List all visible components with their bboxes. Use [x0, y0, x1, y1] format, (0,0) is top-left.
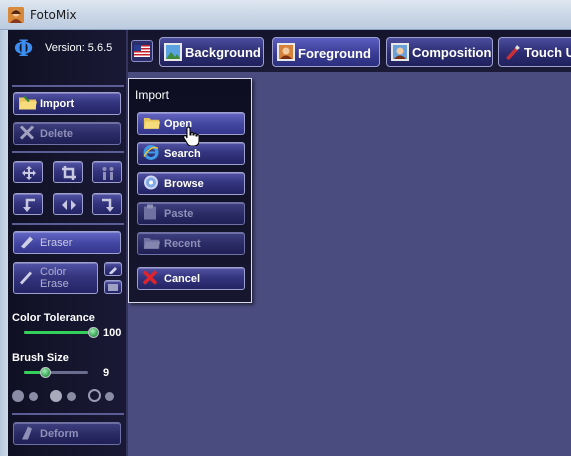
brush-size-label: Brush Size [12, 352, 69, 364]
flip-figures-icon [102, 167, 114, 180]
folder-icon [143, 115, 161, 133]
window-frame [0, 30, 8, 456]
title-bar: FotoMix [0, 0, 571, 30]
brush-size-value: 9 [103, 367, 110, 379]
divider [12, 151, 124, 153]
brush-size-thumb[interactable] [40, 367, 51, 378]
move-arrows-icon [22, 166, 36, 180]
folder-icon [18, 94, 38, 113]
eyedropper-icon [109, 267, 117, 274]
divider [12, 413, 124, 415]
crop-icon [62, 166, 76, 180]
recent-button[interactable]: Recent [137, 232, 245, 255]
brush-preset-ring-large[interactable] [88, 389, 101, 402]
brush-preset-hard-large[interactable] [50, 390, 62, 402]
import-button[interactable]: Import [13, 92, 121, 115]
delete-button[interactable]: Delete [13, 122, 121, 145]
move-tool-button[interactable] [13, 161, 43, 183]
portrait-photo-icon [277, 43, 295, 61]
arrow-down-right-icon [102, 198, 114, 212]
browse-label: Browse [164, 177, 204, 190]
tab-bar: Background Foreground Composition Touch … [128, 30, 571, 72]
eraser-label: Eraser [40, 236, 73, 249]
deform-label: Deform [40, 427, 79, 440]
brush-size-slider[interactable] [24, 367, 88, 378]
cancel-x-icon [142, 269, 158, 287]
divider [12, 223, 124, 225]
window-title: FotoMix [30, 8, 77, 22]
color-eraser-icon [18, 269, 34, 288]
fotomix-logo-icon: Φ [14, 36, 34, 62]
tab-foreground-label: Foreground [298, 46, 371, 61]
recent-label: Recent [164, 237, 201, 250]
cancel-button[interactable]: Cancel [137, 267, 245, 290]
import-label: Import [40, 97, 75, 110]
version-text: Version: 5.6.5 [45, 42, 113, 54]
crop-tool-button[interactable] [53, 161, 83, 183]
disc-icon [143, 174, 159, 193]
color-tolerance-slider[interactable] [24, 327, 99, 338]
app-icon [8, 7, 24, 23]
flip-horizontal-button[interactable] [53, 193, 83, 215]
move-down-right-button[interactable] [92, 193, 122, 215]
deform-icon [20, 424, 34, 443]
brush-preset-soft-large[interactable] [12, 390, 24, 402]
color-swatch-button[interactable] [104, 280, 122, 294]
internet-explorer-icon [143, 144, 159, 163]
color-tolerance-label: Color Tolerance [12, 312, 95, 324]
color-erase-label-line1: Color [40, 266, 67, 278]
color-swatch-icon [108, 284, 118, 291]
folder-stack-icon [143, 235, 161, 253]
paste-label: Paste [164, 207, 194, 220]
arrow-down-left-icon [23, 198, 35, 212]
tab-background-label: Background [185, 45, 261, 60]
import-popup: Import Open Search Browse Paste Recent C… [128, 78, 252, 303]
divider [12, 85, 124, 87]
clipboard-icon [143, 204, 157, 223]
color-erase-label-line2: Erase [40, 278, 69, 290]
tab-background[interactable]: Background [159, 37, 264, 67]
language-button[interactable] [131, 40, 153, 62]
browse-button[interactable]: Browse [137, 172, 245, 195]
delete-x-icon [19, 124, 35, 142]
search-label: Search [164, 147, 201, 160]
eraser-icon [19, 233, 35, 252]
flip-horizontal-icon [62, 200, 76, 210]
color-tolerance-value: 100 [103, 327, 122, 339]
color-erase-button[interactable]: Color Erase [13, 262, 98, 294]
brush-preset-hard-small[interactable] [67, 392, 76, 401]
us-flag-icon [134, 45, 150, 57]
tab-composition-label: Composition [412, 45, 492, 60]
tab-foreground[interactable]: Foreground [272, 37, 380, 67]
cancel-label: Cancel [164, 272, 201, 285]
move-down-left-button[interactable] [13, 193, 43, 215]
color-erase-label: Color Erase [40, 266, 69, 290]
rotate-tool-button[interactable] [92, 161, 122, 183]
color-tolerance-fill [24, 331, 94, 334]
brush-preset-ring-small[interactable] [105, 392, 114, 401]
left-toolbar: Φ Version: 5.6.5 Import Delete Eraser Co… [8, 30, 128, 456]
color-tolerance-thumb[interactable] [88, 327, 99, 338]
composition-photo-icon [391, 43, 409, 61]
brush-preset-soft-small[interactable] [29, 392, 38, 401]
tab-touch-up-label: Touch Up [524, 45, 571, 60]
paste-button[interactable]: Paste [137, 202, 245, 225]
deform-button[interactable]: Deform [13, 422, 121, 445]
landscape-photo-icon [164, 43, 182, 61]
tab-touch-up[interactable]: Touch Up [498, 37, 571, 67]
delete-label: Delete [40, 127, 74, 140]
eraser-button[interactable]: Eraser [13, 231, 121, 254]
color-picker-button[interactable] [104, 262, 122, 276]
hand-cursor-icon [183, 126, 200, 147]
brush-icon [503, 43, 521, 61]
version-row: Φ Version: 5.6.5 [14, 38, 126, 60]
import-popup-title: Import [135, 88, 170, 102]
tab-composition[interactable]: Composition [386, 37, 493, 67]
